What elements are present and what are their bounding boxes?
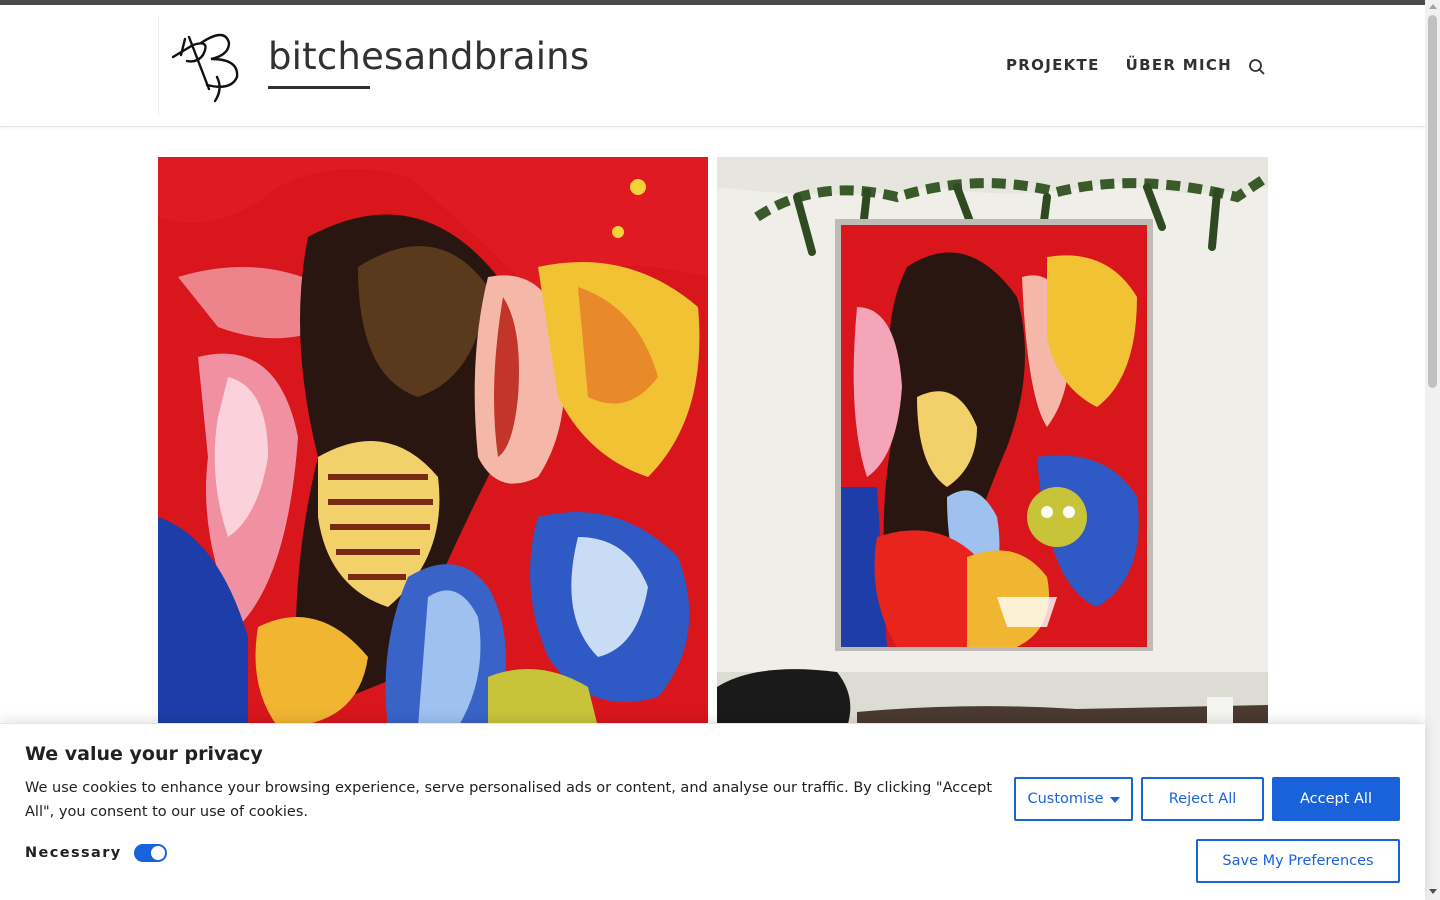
vertical-scrollbar[interactable] [1425, 0, 1440, 900]
site-title[interactable]: bitchesandbrains [268, 35, 589, 78]
nav-item-projekte[interactable]: PROJEKTE [1006, 56, 1100, 74]
necessary-toggle[interactable] [133, 844, 167, 862]
customise-button[interactable]: Customise [1014, 777, 1133, 821]
nav-item-ueber-mich[interactable]: ÜBER MICH [1126, 56, 1232, 74]
cookie-banner-title: We value your privacy [25, 743, 263, 765]
scroll-down-arrow-icon[interactable] [1429, 889, 1437, 894]
caret-down-icon [1109, 796, 1120, 803]
customise-label: Customise [1027, 791, 1104, 807]
save-preferences-button[interactable]: Save My Preferences [1196, 839, 1400, 883]
painting-closeup-image[interactable] [158, 157, 708, 727]
site-header: bitchesandbrains PROJEKTE ÜBER MICH [0, 5, 1425, 127]
painting-on-wall-image[interactable] [717, 157, 1268, 727]
title-underline [268, 86, 370, 89]
cookie-consent-banner: We value your privacy We use cookies to … [0, 723, 1425, 900]
scroll-up-arrow-icon[interactable] [1429, 4, 1437, 9]
search-icon[interactable] [1247, 57, 1267, 77]
cookie-banner-text: We use cookies to enhance your browsing … [25, 780, 993, 820]
main-navigation: PROJEKTE ÜBER MICH [1006, 56, 1232, 74]
necessary-cookies-setting: Necessary [25, 844, 167, 862]
site-logo[interactable] [158, 17, 256, 115]
necessary-label: Necessary [25, 845, 122, 861]
scroll-thumb[interactable] [1428, 15, 1437, 388]
accept-all-button[interactable]: Accept All [1272, 777, 1400, 821]
signature-logo-icon [171, 33, 239, 103]
reject-all-button[interactable]: Reject All [1141, 777, 1264, 821]
